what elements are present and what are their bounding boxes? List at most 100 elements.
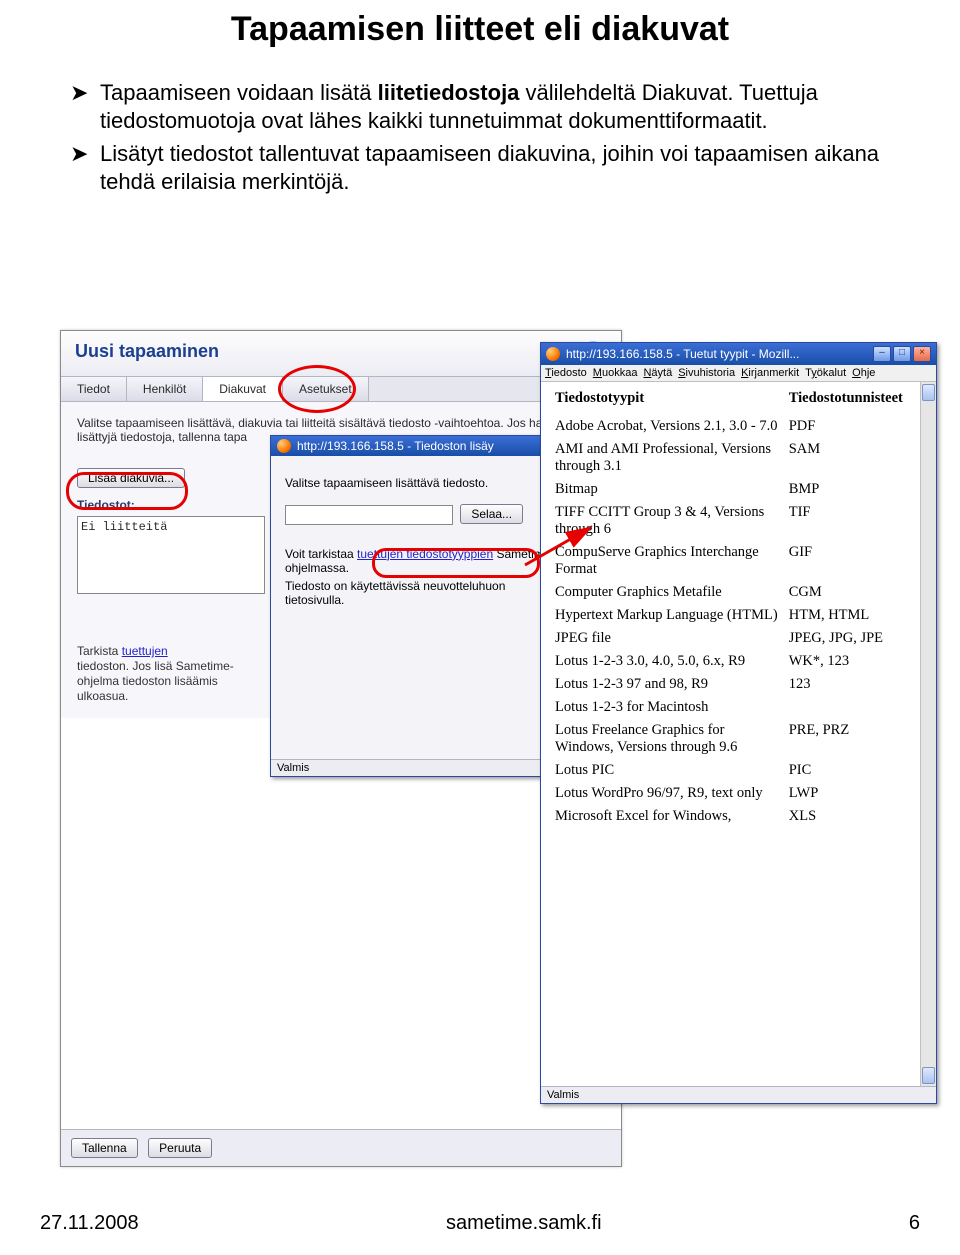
table-row: Lotus WordPro 96/97, R9, text onlyLWP	[551, 782, 928, 805]
type-ext: PRE, PRZ	[785, 719, 928, 759]
file-input[interactable]	[285, 505, 453, 525]
type-name: Lotus 1-2-3 97 and 98, R9	[551, 673, 785, 696]
type-name: Microsoft Excel for Windows,	[551, 805, 785, 828]
type-name: JPEG file	[551, 627, 785, 650]
type-ext: LWP	[785, 782, 928, 805]
type-name: Lotus WordPro 96/97, R9, text only	[551, 782, 785, 805]
scroll-down-icon[interactable]	[922, 1067, 935, 1084]
files-list[interactable]: Ei liitteitä	[77, 516, 265, 594]
add-slides-button[interactable]: Lisää diakuvia...	[77, 468, 185, 488]
type-name: Lotus 1-2-3 for Macintosh	[551, 696, 785, 719]
page-title: Tapaamisen liitteet eli diakuvat	[0, 10, 960, 49]
table-row: CompuServe Graphics Interchange FormatGI…	[551, 541, 928, 581]
save-button[interactable]: Tallenna	[71, 1138, 138, 1158]
window-title-text: http://193.166.158.5 - Tuetut tyypit - M…	[566, 347, 799, 361]
type-ext: WK*, 123	[785, 650, 928, 673]
table-row: Lotus 1-2-3 for Macintosh	[551, 696, 928, 719]
type-ext	[785, 696, 928, 719]
dialog-text: Voit tarkistaa tuettujen tiedostotyyppie…	[285, 547, 567, 575]
dialog-title: http://193.166.158.5 - Tiedoston lisäy	[297, 439, 494, 453]
tab-asetukset[interactable]: Asetukset	[283, 377, 369, 401]
type-name: Adobe Acrobat, Versions 2.1, 3.0 - 7.0	[551, 415, 785, 438]
type-name: Bitmap	[551, 478, 785, 501]
type-ext: CGM	[785, 581, 928, 604]
table-row: Adobe Acrobat, Versions 2.1, 3.0 - 7.0PD…	[551, 415, 928, 438]
type-name: CompuServe Graphics Interchange Format	[551, 541, 785, 581]
table-row: Lotus 1-2-3 97 and 98, R9123	[551, 673, 928, 696]
bullet-list: ➤ Tapaamiseen voidaan lisätä liitetiedos…	[70, 79, 920, 195]
footer-page: 6	[909, 1212, 920, 1235]
window-status: Valmis	[541, 1086, 936, 1103]
type-name: AMI and AMI Professional, Versions throu…	[551, 438, 785, 478]
scroll-up-icon[interactable]	[922, 384, 935, 401]
types-content: Tiedostotyypit Tiedostotunnisteet Adobe …	[541, 382, 936, 1086]
table-row: Computer Graphics MetafileCGM	[551, 581, 928, 604]
firefox-icon	[277, 439, 291, 453]
tab-henkilot[interactable]: Henkilöt	[127, 377, 203, 401]
table-row: BitmapBMP	[551, 478, 928, 501]
type-ext: XLS	[785, 805, 928, 828]
window-title: Uusi tapaaminen ?	[61, 331, 621, 376]
table-row: Hypertext Markup Language (HTML)HTM, HTM…	[551, 604, 928, 627]
minimize-icon[interactable]: –	[873, 346, 891, 362]
menu-kirjanmerkit[interactable]: Kirjanmerkit	[741, 367, 799, 379]
dialog-titlebar[interactable]: http://193.166.158.5 - Tiedoston lisäy	[271, 436, 581, 456]
table-row: Lotus 1-2-3 3.0, 4.0, 5.0, 6.x, R9WK*, 1…	[551, 650, 928, 673]
tab-tiedot[interactable]: Tiedot	[61, 377, 127, 401]
dialog-status: Valmis	[271, 759, 581, 776]
type-ext: JPEG, JPG, JPE	[785, 627, 928, 650]
cancel-button[interactable]: Peruuta	[148, 1138, 212, 1158]
files-empty-text: Ei liitteitä	[81, 520, 167, 534]
bullet-text: Lisätyt tiedostot tallentuvat tapaamisee…	[100, 140, 920, 195]
type-ext: GIF	[785, 541, 928, 581]
footer-date: 27.11.2008	[40, 1212, 139, 1235]
type-ext: HTM, HTML	[785, 604, 928, 627]
type-name: Computer Graphics Metafile	[551, 581, 785, 604]
close-icon[interactable]: ×	[913, 346, 931, 362]
window-titlebar[interactable]: http://193.166.158.5 - Tuetut tyypit - M…	[541, 343, 936, 365]
menu-tyokalut[interactable]: Työkalut	[805, 367, 846, 379]
col-header-types: Tiedostotyypit	[551, 386, 785, 415]
type-ext: BMP	[785, 478, 928, 501]
scrollbar[interactable]	[920, 382, 936, 1086]
dialog-instruction: Valitse tapaamiseen lisättävä tiedosto.	[285, 476, 567, 490]
menu-tiedosto[interactable]: Tiedosto	[545, 367, 587, 379]
menu-ohje[interactable]: Ohje	[852, 367, 875, 379]
menu-bar: Tiedosto Muokkaa Näytä Sivuhistoria Kirj…	[541, 365, 936, 382]
type-ext: SAM	[785, 438, 928, 478]
tab-bar: Tiedot Henkilöt Diakuvat Asetukset	[61, 376, 621, 402]
bottom-bar: Tallenna Peruuta	[61, 1129, 621, 1166]
type-name: Lotus Freelance Graphics for Windows, Ve…	[551, 719, 785, 759]
table-row: AMI and AMI Professional, Versions throu…	[551, 438, 928, 478]
col-header-ext: Tiedostotunnisteet	[785, 386, 928, 415]
table-row: Lotus PICPIC	[551, 759, 928, 782]
menu-nayta[interactable]: Näytä	[643, 367, 672, 379]
footer-center: sametime.samk.fi	[446, 1212, 602, 1235]
side-help-text: Tarkista tuettujen tiedoston. Jos lisä S…	[77, 644, 237, 704]
type-ext: TIF	[785, 501, 928, 541]
bullet-arrow-icon: ➤	[70, 140, 100, 195]
type-name: Lotus 1-2-3 3.0, 4.0, 5.0, 6.x, R9	[551, 650, 785, 673]
type-name: TIFF CCITT Group 3 & 4, Versions through…	[551, 501, 785, 541]
type-ext: 123	[785, 673, 928, 696]
bullet-text: Tapaamiseen voidaan lisätä liitetiedosto…	[100, 79, 920, 134]
type-name: Lotus PIC	[551, 759, 785, 782]
maximize-icon[interactable]: □	[893, 346, 911, 362]
menu-sivuhistoria[interactable]: Sivuhistoria	[678, 367, 735, 379]
firefox-icon	[546, 347, 560, 361]
add-file-dialog: http://193.166.158.5 - Tiedoston lisäy V…	[270, 435, 582, 777]
bullet-arrow-icon: ➤	[70, 79, 100, 134]
table-row: Lotus Freelance Graphics for Windows, Ve…	[551, 719, 928, 759]
supported-types-link[interactable]: tuettujen tiedostotyyppien	[357, 547, 493, 561]
types-table: Tiedostotyypit Tiedostotunnisteet Adobe …	[551, 386, 928, 828]
tab-diakuvat[interactable]: Diakuvat	[203, 377, 283, 401]
type-name: Hypertext Markup Language (HTML)	[551, 604, 785, 627]
supported-link[interactable]: tuettujen	[122, 644, 168, 658]
type-ext: PIC	[785, 759, 928, 782]
table-row: TIFF CCITT Group 3 & 4, Versions through…	[551, 501, 928, 541]
dialog-text: Tiedosto on käytettävissä neuvotteluhuon…	[285, 579, 567, 607]
type-ext: PDF	[785, 415, 928, 438]
supported-types-window: http://193.166.158.5 - Tuetut tyypit - M…	[540, 342, 937, 1104]
menu-muokkaa[interactable]: Muokkaa	[593, 367, 638, 379]
browse-button[interactable]: Selaa...	[460, 504, 523, 524]
